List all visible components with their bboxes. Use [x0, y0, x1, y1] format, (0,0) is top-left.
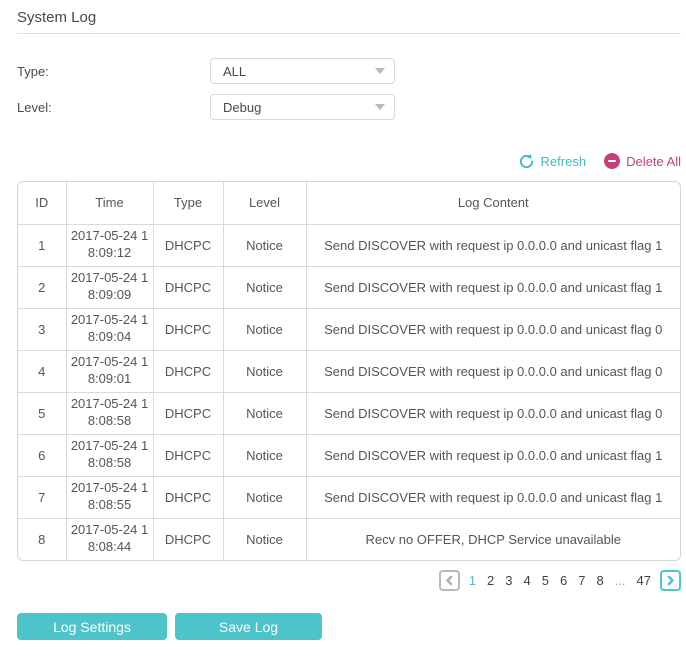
cell-type: DHCPC	[153, 392, 223, 434]
level-label: Level:	[17, 100, 210, 115]
system-log-page: System Log Type: ALL Level: Debug Refres…	[0, 9, 686, 640]
cell-time: 2017-05-24 18:08:58	[66, 392, 153, 434]
pagination-page-5[interactable]: 5	[540, 573, 551, 588]
cell-time: 2017-05-24 18:08:58	[66, 434, 153, 476]
triangle-down-icon	[375, 68, 385, 74]
level-filter-row: Level: Debug	[17, 94, 681, 120]
delete-all-button[interactable]: Delete All	[604, 153, 681, 169]
cell-log-content: Send DISCOVER with request ip 0.0.0.0 an…	[306, 350, 680, 392]
log-table: IDTimeTypeLevelLog Content 12017-05-24 1…	[17, 181, 681, 561]
cell-log-content: Send DISCOVER with request ip 0.0.0.0 an…	[306, 476, 680, 518]
type-filter-row: Type: ALL	[17, 58, 681, 84]
column-header: Level	[223, 182, 306, 224]
table-header-row: IDTimeTypeLevelLog Content	[18, 182, 680, 224]
cell-level: Notice	[223, 266, 306, 308]
pagination-page-2[interactable]: 2	[485, 573, 496, 588]
type-select-value: ALL	[223, 64, 246, 79]
cell-level: Notice	[223, 308, 306, 350]
cell-time: 2017-05-24 18:09:01	[66, 350, 153, 392]
cell-id: 1	[18, 224, 66, 266]
cell-type: DHCPC	[153, 476, 223, 518]
refresh-label: Refresh	[541, 154, 587, 169]
cell-id: 3	[18, 308, 66, 350]
pagination: 12345678... 47	[17, 569, 681, 591]
column-header: Log Content	[306, 182, 680, 224]
type-select[interactable]: ALL	[210, 58, 395, 84]
type-label: Type:	[17, 64, 210, 79]
chevron-right-icon	[664, 574, 677, 587]
pagination-prev-button[interactable]	[439, 570, 460, 591]
pagination-next-button[interactable]	[660, 570, 681, 591]
table-row: 82017-05-24 18:08:44DHCPCNoticeRecv no O…	[18, 518, 680, 560]
pagination-page-7[interactable]: 7	[576, 573, 587, 588]
cell-time: 2017-05-24 18:09:09	[66, 266, 153, 308]
cell-time: 2017-05-24 18:09:04	[66, 308, 153, 350]
footer-buttons: Log Settings Save Log	[17, 613, 681, 640]
log-settings-button[interactable]: Log Settings	[17, 613, 167, 640]
cell-level: Notice	[223, 476, 306, 518]
pagination-ellipsis: ...	[613, 573, 628, 588]
column-header: Type	[153, 182, 223, 224]
page-title: System Log	[17, 9, 681, 26]
cell-level: Notice	[223, 224, 306, 266]
title-divider	[17, 33, 681, 34]
cell-type: DHCPC	[153, 518, 223, 560]
level-select[interactable]: Debug	[210, 94, 395, 120]
cell-type: DHCPC	[153, 266, 223, 308]
cell-id: 4	[18, 350, 66, 392]
refresh-button[interactable]: Refresh	[518, 153, 587, 170]
cell-type: DHCPC	[153, 308, 223, 350]
pagination-page-47[interactable]: 47	[635, 573, 653, 588]
pagination-page-1[interactable]: 1	[467, 573, 478, 588]
pagination-page-8[interactable]: 8	[594, 573, 605, 588]
table-row: 12017-05-24 18:09:12DHCPCNoticeSend DISC…	[18, 224, 680, 266]
cell-time: 2017-05-24 18:08:55	[66, 476, 153, 518]
cell-level: Notice	[223, 434, 306, 476]
cell-type: DHCPC	[153, 350, 223, 392]
table-row: 42017-05-24 18:09:01DHCPCNoticeSend DISC…	[18, 350, 680, 392]
cell-log-content: Send DISCOVER with request ip 0.0.0.0 an…	[306, 434, 680, 476]
cell-id: 2	[18, 266, 66, 308]
cell-id: 8	[18, 518, 66, 560]
pagination-page-4[interactable]: 4	[522, 573, 533, 588]
cell-level: Notice	[223, 392, 306, 434]
delete-all-label: Delete All	[626, 154, 681, 169]
chevron-left-icon	[443, 574, 456, 587]
level-select-value: Debug	[223, 100, 261, 115]
pagination-page-6[interactable]: 6	[558, 573, 569, 588]
minus-circle-icon	[604, 153, 620, 169]
cell-type: DHCPC	[153, 434, 223, 476]
triangle-down-icon	[375, 104, 385, 110]
pagination-page-3[interactable]: 3	[503, 573, 514, 588]
cell-level: Notice	[223, 518, 306, 560]
refresh-arrow-icon	[518, 153, 535, 170]
table-row: 22017-05-24 18:09:09DHCPCNoticeSend DISC…	[18, 266, 680, 308]
column-header: Time	[66, 182, 153, 224]
cell-log-content: Send DISCOVER with request ip 0.0.0.0 an…	[306, 224, 680, 266]
save-log-button[interactable]: Save Log	[175, 613, 322, 640]
column-header: ID	[18, 182, 66, 224]
cell-type: DHCPC	[153, 224, 223, 266]
cell-id: 7	[18, 476, 66, 518]
cell-id: 6	[18, 434, 66, 476]
cell-time: 2017-05-24 18:08:44	[66, 518, 153, 560]
cell-level: Notice	[223, 350, 306, 392]
pagination-pages: 12345678... 47	[467, 573, 653, 588]
cell-log-content: Send DISCOVER with request ip 0.0.0.0 an…	[306, 266, 680, 308]
cell-log-content: Recv no OFFER, DHCP Service unavailable	[306, 518, 680, 560]
table-row: 52017-05-24 18:08:58DHCPCNoticeSend DISC…	[18, 392, 680, 434]
cell-time: 2017-05-24 18:09:12	[66, 224, 153, 266]
cell-log-content: Send DISCOVER with request ip 0.0.0.0 an…	[306, 392, 680, 434]
table-row: 72017-05-24 18:08:55DHCPCNoticeSend DISC…	[18, 476, 680, 518]
log-table-body: 12017-05-24 18:09:12DHCPCNoticeSend DISC…	[18, 224, 680, 560]
table-row: 32017-05-24 18:09:04DHCPCNoticeSend DISC…	[18, 308, 680, 350]
table-actions-row: Refresh Delete All	[17, 151, 681, 171]
cell-log-content: Send DISCOVER with request ip 0.0.0.0 an…	[306, 308, 680, 350]
cell-id: 5	[18, 392, 66, 434]
table-row: 62017-05-24 18:08:58DHCPCNoticeSend DISC…	[18, 434, 680, 476]
